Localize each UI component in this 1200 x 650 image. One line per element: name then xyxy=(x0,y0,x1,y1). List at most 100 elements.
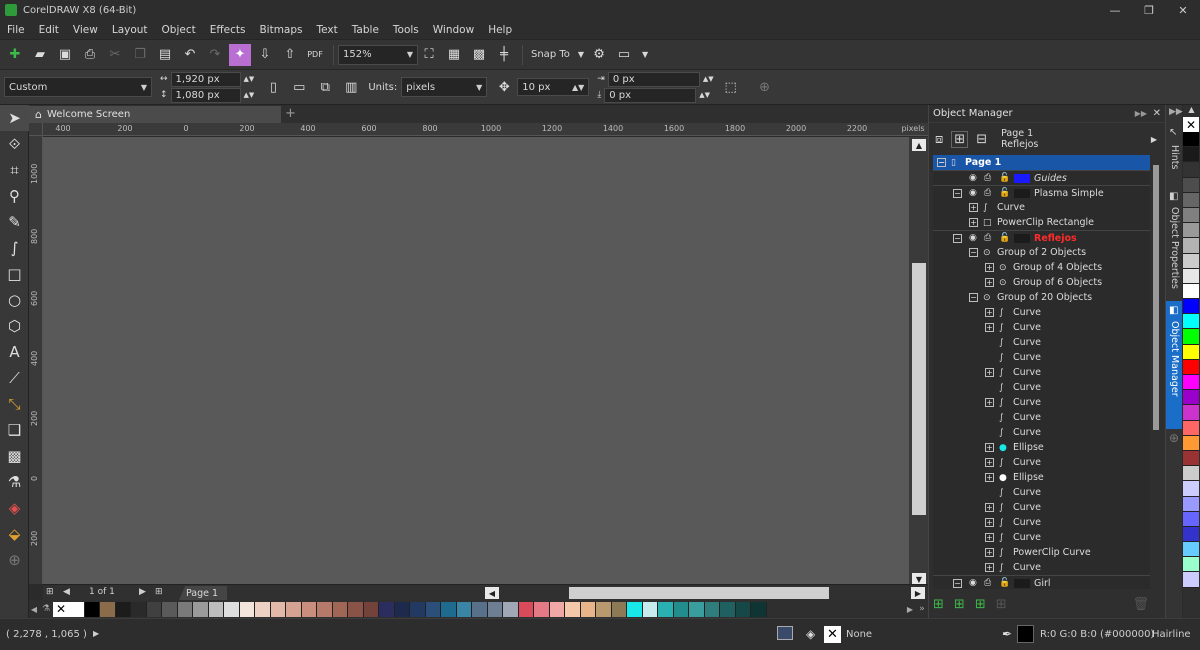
color-swatch[interactable] xyxy=(1183,299,1199,315)
color-swatch[interactable] xyxy=(1183,496,1199,512)
current-page-icon[interactable]: ▥ xyxy=(340,76,362,98)
color-swatch[interactable] xyxy=(1183,132,1199,148)
zoom-tool-icon[interactable]: ⚲ xyxy=(0,183,29,209)
expand-icon[interactable]: + xyxy=(985,308,994,317)
close-button[interactable]: ✕ xyxy=(1166,0,1200,20)
object-row[interactable]: + ∫ Curve xyxy=(933,530,1150,545)
color-swatch[interactable] xyxy=(301,601,317,617)
show-guides-icon[interactable]: ╪ xyxy=(493,44,515,66)
color-swatch[interactable] xyxy=(363,601,379,617)
object-manager-icon[interactable]: ◧ xyxy=(1169,305,1178,316)
expand-icon[interactable]: + xyxy=(985,518,994,527)
color-swatch[interactable] xyxy=(286,601,302,617)
object-row[interactable]: ∫ Curve xyxy=(933,380,1150,395)
transparency-tool-icon[interactable]: ▩ xyxy=(0,443,29,469)
menu-tools[interactable]: Tools xyxy=(386,24,426,36)
copy-icon[interactable]: ❐ xyxy=(129,44,151,66)
color-swatch[interactable] xyxy=(1183,572,1199,588)
color-swatch[interactable] xyxy=(642,601,658,617)
new-tab-button[interactable]: + xyxy=(285,106,296,121)
palette-scroll-up-icon[interactable]: ▲ xyxy=(1183,105,1200,117)
color-swatch[interactable] xyxy=(1183,238,1199,254)
color-swatch[interactable] xyxy=(1183,526,1199,543)
eyedropper-icon[interactable]: ⚗ xyxy=(0,469,29,495)
color-swatch[interactable] xyxy=(658,601,674,617)
color-swatch[interactable] xyxy=(549,601,565,617)
expand-icon[interactable]: + xyxy=(985,548,994,557)
color-swatch[interactable] xyxy=(673,601,689,617)
new-master-layer-icon[interactable]: ⊞ xyxy=(954,597,965,612)
color-swatch[interactable] xyxy=(1183,435,1199,451)
collapse-icon[interactable]: − xyxy=(953,189,962,198)
color-swatch[interactable] xyxy=(1183,420,1199,436)
object-row[interactable]: + ∫ Curve xyxy=(933,395,1150,410)
search-content-icon[interactable]: ✦ xyxy=(229,43,251,66)
object-row[interactable]: ∫ Curve xyxy=(933,425,1150,440)
object-row[interactable]: ∫ Curve xyxy=(933,410,1150,425)
color-swatch[interactable] xyxy=(596,601,612,617)
first-page-icon[interactable]: ⊞ xyxy=(46,587,54,597)
menu-window[interactable]: Window xyxy=(426,24,481,36)
object-row[interactable]: − ⊙ Group of 2 Objects xyxy=(933,245,1150,260)
object-row[interactable]: + ⊙ Group of 4 Objects xyxy=(933,260,1150,275)
color-swatch[interactable] xyxy=(1183,344,1199,360)
tab-hints[interactable]: Hints xyxy=(1169,145,1180,169)
color-swatch[interactable] xyxy=(518,601,534,617)
color-swatch[interactable] xyxy=(580,601,596,617)
cut-icon[interactable]: ✂ xyxy=(104,44,126,66)
color-swatch[interactable] xyxy=(456,601,472,617)
no-fill-swatch[interactable]: ✕ xyxy=(53,601,69,617)
new-master-layer-all-icon[interactable]: ⊞ xyxy=(975,597,986,612)
menu-layout[interactable]: Layout xyxy=(105,24,155,36)
fill-swatch[interactable]: ✕ xyxy=(824,626,841,643)
expand-icon[interactable]: + xyxy=(985,323,994,332)
tab-object-manager[interactable]: Object Manager xyxy=(1169,321,1180,397)
color-swatch[interactable] xyxy=(332,601,348,617)
no-color-swatch[interactable]: ✕ xyxy=(1183,117,1199,132)
page-tab[interactable]: Page 1 xyxy=(179,586,227,600)
minimize-button[interactable]: — xyxy=(1098,0,1132,20)
object-row[interactable]: ∫ Curve xyxy=(933,350,1150,365)
collapse-icon[interactable]: − xyxy=(969,293,978,302)
lock-icon[interactable]: 🔓 xyxy=(999,188,1010,198)
lock-icon[interactable]: 🔓 xyxy=(999,173,1010,183)
collapse-docker-icon[interactable]: ▶▶ xyxy=(1135,109,1147,118)
new-layer-icon[interactable]: ⊞ xyxy=(933,597,944,612)
scroll-right-button[interactable]: ▶ xyxy=(911,587,925,599)
color-swatch[interactable] xyxy=(146,601,162,617)
color-swatch[interactable] xyxy=(239,601,255,617)
ruler-origin[interactable] xyxy=(29,123,43,136)
layer-color-swatch[interactable] xyxy=(1014,579,1030,588)
expand-icon[interactable]: + xyxy=(969,218,978,227)
horizontal-scroll-thumb[interactable] xyxy=(569,587,829,599)
object-properties-view-icon[interactable]: ⊟ xyxy=(976,132,987,147)
palette-scroll-right-icon[interactable]: ▶ xyxy=(904,605,916,614)
color-proofing-icon[interactable] xyxy=(777,626,793,640)
units-dropdown[interactable]: pixels ▼ xyxy=(401,77,488,97)
maximize-button[interactable]: ❐ xyxy=(1132,0,1166,20)
page-row[interactable]: − ▯ Page 1 xyxy=(933,155,1150,170)
color-swatch[interactable] xyxy=(1183,542,1199,558)
color-swatch[interactable] xyxy=(751,601,767,617)
open-folder-icon[interactable]: ▰ xyxy=(29,44,51,66)
menu-table[interactable]: Table xyxy=(345,24,386,36)
zoom-level-dropdown[interactable]: 152% ▼ xyxy=(338,44,418,65)
color-swatch[interactable] xyxy=(177,601,193,617)
expand-icon[interactable]: + xyxy=(985,458,994,467)
color-swatch[interactable] xyxy=(1183,207,1199,224)
color-swatch[interactable] xyxy=(84,601,100,617)
edit-across-layers-icon[interactable]: ⊞ xyxy=(951,130,969,148)
text-tool-icon[interactable]: A xyxy=(0,339,29,365)
color-swatch[interactable] xyxy=(1183,405,1199,421)
object-row[interactable]: ∫ Curve xyxy=(933,485,1150,500)
color-swatch[interactable] xyxy=(208,601,224,617)
chevron-down-icon[interactable]: ▼ xyxy=(642,50,648,59)
page-preset-dropdown[interactable]: Custom ▼ xyxy=(4,77,152,97)
object-row[interactable]: + ∫ PowerClip Curve xyxy=(933,545,1150,560)
close-docker-icon[interactable]: ✕ xyxy=(1153,108,1161,119)
menu-edit[interactable]: Edit xyxy=(32,24,66,36)
layer-color-swatch[interactable] xyxy=(1014,234,1030,243)
object-row[interactable]: + ∫ Curve xyxy=(933,515,1150,530)
color-swatch[interactable] xyxy=(441,601,457,617)
print-icon[interactable]: ⎙ xyxy=(984,578,991,588)
